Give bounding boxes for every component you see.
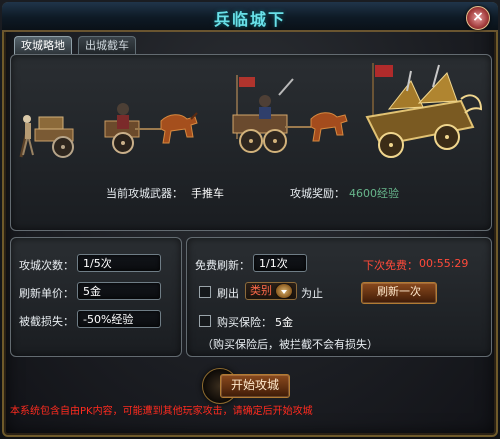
free-refresh-label: 免费刷新：	[195, 259, 250, 272]
push-cart-icon	[19, 115, 74, 158]
category-select-value: 类别	[250, 284, 272, 297]
refresh-price-label: 刷新单价：	[19, 287, 74, 300]
insurance-label: 购买保险：	[217, 316, 272, 329]
current-weapon-label: 当前攻城武器：	[106, 187, 183, 200]
insurance-price: 5金	[275, 316, 293, 329]
chevron-down-icon	[276, 284, 292, 298]
siege-stats-panel: 攻城次数： 1/5次 刷新单价： 5金 被截损失： -50%经验	[10, 237, 182, 357]
next-free-label: 下次免费：	[363, 259, 418, 272]
attempts-label: 攻城次数：	[19, 259, 74, 272]
intercepted-loss-label: 被截损失：	[19, 315, 74, 328]
golden-siege-engine-icon	[365, 63, 483, 158]
refresh-controls-panel: 免费刷新： 1/1次 下次免费： 00:55:29 刷出 类别 为止 刷新一次 …	[186, 237, 492, 357]
close-icon: ×	[472, 9, 484, 25]
tab-siege-conquest[interactable]: 攻城略地	[14, 36, 72, 55]
weapon-showcase-panel: 当前攻城武器： 手推车 攻城奖励： 4600经验	[10, 54, 492, 231]
tab-intercept-cart[interactable]: 出城截车	[78, 36, 136, 55]
war-chariot-icon	[232, 75, 348, 153]
reward-value: 4600经验	[349, 187, 399, 200]
next-free-timer: 00:55:29	[419, 257, 469, 270]
title-bar: 兵临城下 ×	[2, 2, 498, 32]
insurance-checkbox[interactable]	[199, 315, 211, 327]
close-button[interactable]: ×	[466, 6, 490, 30]
insurance-note: （购买保险后，被拦截不会有损失）	[202, 338, 378, 351]
free-refresh-field: 1/1次	[253, 254, 307, 272]
category-select[interactable]: 类别	[245, 282, 297, 300]
window-title: 兵临城下	[213, 10, 286, 29]
attempts-field: 1/5次	[77, 254, 161, 272]
refresh-once-button[interactable]: 刷新一次	[361, 282, 437, 304]
current-weapon-value: 手推车	[191, 187, 224, 200]
intercepted-loss-field: -50%经验	[77, 310, 161, 328]
until-label: 为止	[301, 287, 323, 300]
pk-warning-text: 本系统包含自由PK内容，可能遭到其他玩家攻击，请确定后开始攻城	[10, 406, 313, 417]
start-siege-button[interactable]: 开始攻城	[220, 374, 290, 398]
horse-chariot-icon	[104, 103, 198, 154]
siege-window: 兵临城下 × 攻城略地 出城截车 当前攻城武器： 手推车 攻城奖励： 4600经…	[0, 0, 500, 439]
refresh-until-label: 刷出	[217, 287, 239, 300]
refresh-until-checkbox[interactable]	[199, 286, 211, 298]
reward-label: 攻城奖励：	[290, 187, 345, 200]
refresh-price-field: 5金	[77, 282, 161, 300]
